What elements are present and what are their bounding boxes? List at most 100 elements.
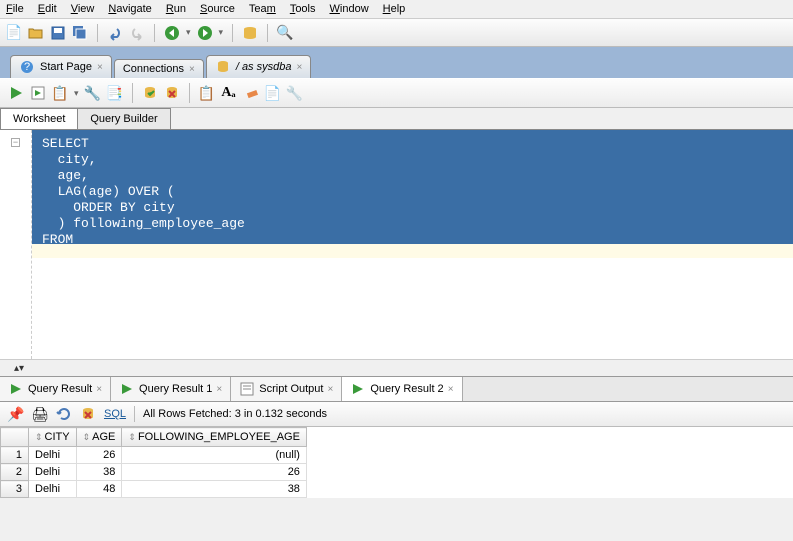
column-header-following[interactable]: ⇕FOLLOWING_EMPLOYEE_AGE: [122, 428, 307, 447]
close-icon[interactable]: ×: [189, 64, 195, 75]
rollback-icon[interactable]: [164, 85, 180, 101]
menu-view[interactable]: View: [71, 3, 95, 15]
tab-connections[interactable]: Connections ×: [114, 59, 204, 78]
cell-following[interactable]: 38: [122, 481, 307, 498]
undo-icon[interactable]: [107, 25, 123, 41]
sql-icon: [215, 59, 231, 75]
cell-following[interactable]: (null): [122, 447, 307, 464]
tab-sysdba[interactable]: / as sysdba ×: [206, 55, 311, 78]
close-icon[interactable]: ×: [97, 62, 103, 73]
open-icon[interactable]: [28, 25, 44, 41]
menu-bar: File Edit View Navigate Run Source Team …: [0, 0, 793, 19]
menu-window[interactable]: Window: [330, 3, 369, 15]
column-header-city[interactable]: ⇕CITY: [29, 428, 77, 447]
save-all-icon[interactable]: [72, 25, 88, 41]
menu-file[interactable]: File: [6, 3, 24, 15]
sql-icon[interactable]: [242, 25, 258, 41]
cell-following[interactable]: 26: [122, 464, 307, 481]
cell-city[interactable]: Delhi: [29, 464, 77, 481]
pin-icon[interactable]: 📌: [8, 406, 24, 422]
tab-start-page[interactable]: ? Start Page ×: [10, 55, 112, 78]
save-icon[interactable]: [50, 25, 66, 41]
row-header-corner: [1, 428, 29, 447]
result-tabs: Query Result × Query Result 1 × Script O…: [0, 376, 793, 402]
run-script-icon[interactable]: [30, 85, 46, 101]
run-icon[interactable]: [8, 85, 24, 101]
cell-city[interactable]: Delhi: [29, 447, 77, 464]
run-icon: [350, 381, 366, 397]
tab-label: Connections: [123, 63, 184, 75]
menu-tools[interactable]: Tools: [290, 3, 316, 15]
menu-source[interactable]: Source: [200, 3, 235, 15]
new-icon[interactable]: 📄: [6, 25, 22, 41]
row-number: 3: [1, 481, 29, 498]
sql-editor: − SELECT city, age, LAG(age) OVER ( ORDE…: [0, 130, 793, 360]
menu-run[interactable]: Run: [166, 3, 186, 15]
menu-help[interactable]: Help: [383, 3, 406, 15]
tool-icon[interactable]: 📄: [265, 85, 281, 101]
cell-city[interactable]: Delhi: [29, 481, 77, 498]
close-icon[interactable]: ×: [96, 384, 102, 395]
run-icon: [119, 381, 135, 397]
main-toolbar: 📄 ▾ ▾ 🔍: [0, 19, 793, 47]
back-icon[interactable]: [164, 25, 180, 41]
dropdown-icon[interactable]: ▾: [74, 88, 79, 99]
tab-label: Query Result 2: [370, 383, 443, 395]
separator: [154, 24, 155, 42]
sql-link[interactable]: SQL: [104, 408, 126, 420]
dropdown-icon[interactable]: ▾: [219, 27, 224, 38]
worksheet-toolbar: 📋 ▾ 🔧 📑 📋 Aₐ 📄 🔧: [0, 78, 793, 108]
forward-icon[interactable]: [197, 25, 213, 41]
refresh-icon[interactable]: [56, 406, 72, 422]
tab-query-result[interactable]: Query Result ×: [0, 377, 111, 401]
cell-age[interactable]: 26: [76, 447, 122, 464]
result-grid: ⇕CITY ⇕AGE ⇕FOLLOWING_EMPLOYEE_AGE 1 Del…: [0, 427, 793, 498]
close-icon[interactable]: ×: [327, 384, 333, 395]
fold-icon[interactable]: −: [11, 138, 20, 147]
clear-icon[interactable]: [243, 85, 259, 101]
row-number: 2: [1, 464, 29, 481]
table-row[interactable]: 3 Delhi 48 38: [1, 481, 307, 498]
commit-icon[interactable]: [142, 85, 158, 101]
autotrace-icon[interactable]: 🔧: [85, 85, 101, 101]
redo-icon[interactable]: [129, 25, 145, 41]
menu-navigate[interactable]: Navigate: [108, 3, 151, 15]
dropdown-icon[interactable]: ▾: [186, 27, 191, 38]
document-tabs: ? Start Page × Connections × / as sysdba…: [0, 47, 793, 78]
print-icon[interactable]: 🖨: [32, 406, 48, 422]
close-icon[interactable]: ×: [448, 384, 454, 395]
separator: [134, 406, 135, 422]
menu-edit[interactable]: Edit: [38, 3, 57, 15]
tab-query-builder[interactable]: Query Builder: [77, 108, 170, 129]
wrench-icon[interactable]: 🔧: [287, 85, 303, 101]
cell-age[interactable]: 38: [76, 464, 122, 481]
tab-query-result-1[interactable]: Query Result 1 ×: [111, 377, 231, 401]
status-text: All Rows Fetched: 3 in 0.132 seconds: [143, 408, 327, 420]
table-row[interactable]: 2 Delhi 38 26: [1, 464, 307, 481]
tab-worksheet[interactable]: Worksheet: [0, 108, 78, 129]
separator: [232, 24, 233, 42]
svg-text:?: ?: [24, 61, 30, 73]
format-icon[interactable]: Aₐ: [221, 85, 237, 101]
close-icon[interactable]: ×: [296, 62, 302, 73]
cancel-icon[interactable]: [80, 406, 96, 422]
binoculars-icon[interactable]: 🔍: [277, 25, 293, 41]
menu-team[interactable]: Team: [249, 3, 276, 15]
editor-gutter: −: [0, 130, 32, 359]
row-number: 1: [1, 447, 29, 464]
tool-icon[interactable]: 📑: [107, 85, 123, 101]
tab-query-result-2[interactable]: Query Result 2 ×: [342, 377, 462, 401]
sql-code[interactable]: SELECT city, age, LAG(age) OVER ( ORDER …: [32, 130, 793, 244]
column-header-age[interactable]: ⇕AGE: [76, 428, 122, 447]
cell-age[interactable]: 48: [76, 481, 122, 498]
table-row[interactable]: 1 Delhi 26 (null): [1, 447, 307, 464]
separator: [267, 24, 268, 42]
separator: [132, 83, 133, 103]
tab-script-output[interactable]: Script Output ×: [231, 377, 342, 401]
explain-icon[interactable]: 📋: [52, 85, 68, 101]
splitter[interactable]: ▴▾: [0, 360, 793, 376]
sql-history-icon[interactable]: 📋: [199, 85, 215, 101]
tab-label: / as sysdba: [236, 61, 292, 73]
close-icon[interactable]: ×: [216, 384, 222, 395]
editor-padding: [32, 244, 793, 258]
